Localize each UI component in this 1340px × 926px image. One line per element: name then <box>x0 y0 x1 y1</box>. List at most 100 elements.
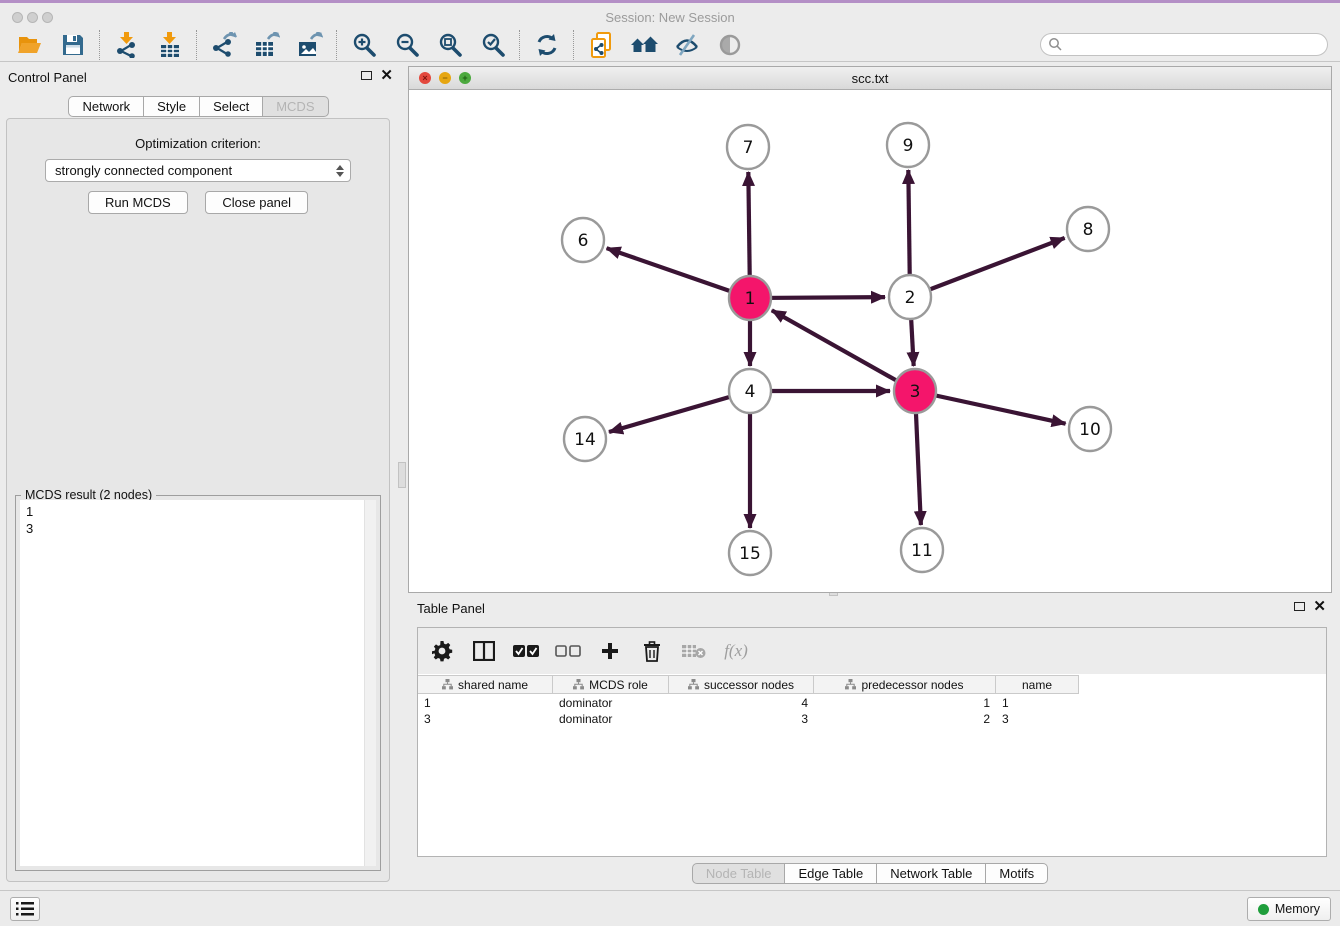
column-header-shared-name[interactable]: shared name <box>418 676 553 693</box>
tab-node-table[interactable]: Node Table <box>692 863 786 884</box>
criterion-select[interactable]: strongly connected component <box>45 159 351 182</box>
toggle-panel-icon[interactable] <box>470 637 498 665</box>
add-column-icon[interactable] <box>596 637 624 665</box>
table-tabs: Node TableEdge TableNetwork TableMotifs <box>408 863 1332 884</box>
main-toolbar <box>0 28 1340 62</box>
select-all-icon[interactable] <box>512 637 540 665</box>
export-image-icon[interactable] <box>288 30 331 60</box>
graph-node-6[interactable]: 6 <box>562 218 604 262</box>
import-network-icon[interactable] <box>105 30 148 60</box>
table-row[interactable]: 3dominator323 <box>418 711 1326 727</box>
graph-node-3[interactable]: 3 <box>894 369 936 413</box>
save-session-icon[interactable] <box>51 30 94 60</box>
column-header-predecessor-nodes[interactable]: predecessor nodes <box>814 676 996 693</box>
zoom-in-icon[interactable] <box>342 30 385 60</box>
import-table-icon[interactable] <box>148 30 191 60</box>
search-icon <box>1048 37 1063 52</box>
table-row[interactable]: 1dominator411 <box>418 695 1326 711</box>
show-details-icon[interactable] <box>708 30 751 60</box>
vertical-split-divider[interactable] <box>397 62 408 890</box>
toolbar-separator <box>519 30 520 60</box>
zoom-out-icon[interactable] <box>385 30 428 60</box>
toolbar-separator <box>573 30 574 60</box>
mcds-result-group: MCDS result (2 nodes) 1 3 <box>15 495 381 871</box>
graph-node-11[interactable]: 11 <box>901 528 943 572</box>
delete-table-icon[interactable] <box>680 637 708 665</box>
criterion-value: strongly connected component <box>55 163 232 178</box>
table-cell: 1 <box>996 695 1079 711</box>
mcds-panel: Optimization criterion: strongly connect… <box>6 118 390 882</box>
memory-button[interactable]: Memory <box>1247 897 1331 921</box>
toolbar-separator <box>336 30 337 60</box>
control-panel: Control Panel ✕ NetworkStyleSelectMCDS O… <box>0 62 397 890</box>
table-cell: 3 <box>669 711 814 727</box>
svg-text:4: 4 <box>745 382 756 402</box>
open-session-icon[interactable] <box>8 30 51 60</box>
export-table-icon[interactable] <box>245 30 288 60</box>
network-titlebar[interactable]: × − + scc.txt <box>409 67 1331 90</box>
tab-select[interactable]: Select <box>199 96 263 117</box>
close-table-panel-icon[interactable]: ✕ <box>1313 601 1326 612</box>
svg-text:11: 11 <box>911 541 933 561</box>
graph-node-8[interactable]: 8 <box>1067 207 1109 251</box>
result-scrollbar[interactable] <box>364 500 376 866</box>
network-canvas[interactable]: 7 9 6 8 1 2 4 3 14 10 15 11 <box>409 90 1331 592</box>
graph-edge-2-8[interactable] <box>910 238 1065 297</box>
graph-node-10[interactable]: 10 <box>1069 407 1111 451</box>
graph-edge-3-10[interactable] <box>915 391 1066 424</box>
task-history-button[interactable] <box>10 897 40 921</box>
close-panel-icon[interactable]: ✕ <box>380 70 393 81</box>
svg-text:14: 14 <box>574 430 596 450</box>
delete-column-icon[interactable] <box>638 637 666 665</box>
svg-text:15: 15 <box>739 544 761 564</box>
tab-mcds[interactable]: MCDS <box>262 96 328 117</box>
column-header-MCDS-role[interactable]: MCDS role <box>553 676 669 693</box>
clone-network-icon[interactable] <box>579 30 622 60</box>
table-column-headers: shared nameMCDS rolesuccessor nodesprede… <box>418 675 1079 694</box>
hide-details-icon[interactable] <box>665 30 708 60</box>
export-network-icon[interactable] <box>202 30 245 60</box>
search-box[interactable] <box>1040 33 1328 56</box>
search-input[interactable] <box>1063 36 1327 54</box>
close-panel-button[interactable]: Close panel <box>205 191 308 214</box>
svg-text:7: 7 <box>743 138 754 158</box>
graph-node-1[interactable]: 1 <box>729 276 771 320</box>
graph-edge-1-6[interactable] <box>607 248 750 298</box>
function-builder-icon[interactable]: f(x) <box>722 637 750 665</box>
graph-edge-3-1[interactable] <box>772 310 915 391</box>
column-header-name[interactable]: name <box>996 676 1079 693</box>
zoom-fit-icon[interactable] <box>428 30 471 60</box>
svg-text:3: 3 <box>910 382 921 402</box>
tab-edge-table[interactable]: Edge Table <box>784 863 877 884</box>
table-panel: Table Panel ✕ <box>408 597 1332 888</box>
tab-style[interactable]: Style <box>143 96 200 117</box>
mcds-result-area[interactable]: 1 3 <box>20 500 376 866</box>
column-header-successor-nodes[interactable]: successor nodes <box>669 676 814 693</box>
settings-gear-icon[interactable] <box>428 637 456 665</box>
table-cell: 1 <box>418 695 553 711</box>
svg-text:6: 6 <box>578 231 589 251</box>
run-mcds-button[interactable]: Run MCDS <box>88 191 188 214</box>
graph-node-15[interactable]: 15 <box>729 531 771 575</box>
session-title: Session: New Session <box>0 10 1340 25</box>
first-neighbors-icon[interactable] <box>622 30 665 60</box>
zoom-selected-icon[interactable] <box>471 30 514 60</box>
node-table: f(x) shared nameMCDS rolesuccessor nodes… <box>417 627 1327 857</box>
list-icon <box>16 902 34 916</box>
graph-node-2[interactable]: 2 <box>889 275 931 319</box>
tab-network[interactable]: Network <box>68 96 144 117</box>
deselect-all-icon[interactable] <box>554 637 582 665</box>
tab-network-table[interactable]: Network Table <box>876 863 986 884</box>
graph-node-9[interactable]: 9 <box>887 123 929 167</box>
float-panel-icon[interactable] <box>361 71 372 80</box>
tab-motifs[interactable]: Motifs <box>985 863 1048 884</box>
divider-grip[interactable] <box>398 462 406 488</box>
network-title: scc.txt <box>409 71 1331 86</box>
select-stepper-icon <box>336 165 344 177</box>
graph-node-7[interactable]: 7 <box>727 125 769 169</box>
graph-node-14[interactable]: 14 <box>564 417 606 461</box>
float-table-panel-icon[interactable] <box>1294 602 1305 611</box>
apply-layout-icon[interactable] <box>525 30 568 60</box>
graph-node-4[interactable]: 4 <box>729 369 771 413</box>
table-cell: 4 <box>669 695 814 711</box>
